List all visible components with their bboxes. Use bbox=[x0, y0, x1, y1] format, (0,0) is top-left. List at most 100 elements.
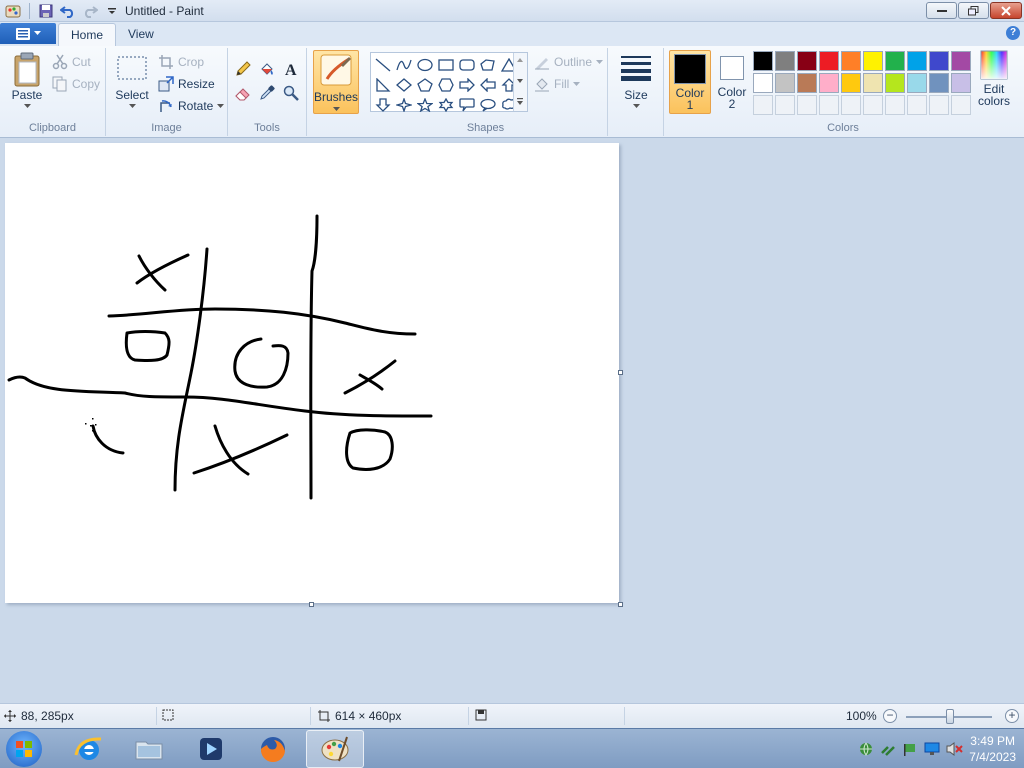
resize-handle-corner[interactable] bbox=[618, 602, 623, 607]
save-icon[interactable] bbox=[37, 2, 55, 20]
palette-custom-empty-swatch[interactable] bbox=[775, 95, 795, 115]
select-button[interactable]: Select bbox=[114, 54, 150, 109]
redo-icon[interactable] bbox=[81, 2, 99, 20]
palette-color-swatch[interactable] bbox=[863, 51, 883, 71]
color2-button[interactable]: Color 2 bbox=[713, 53, 751, 115]
taskbar-firefox[interactable] bbox=[244, 730, 302, 768]
palette-custom-empty-swatch[interactable] bbox=[753, 95, 773, 115]
shape-oval-callout[interactable] bbox=[478, 95, 498, 114]
paint-app-icon[interactable] bbox=[4, 2, 22, 20]
color-picker-tool[interactable] bbox=[256, 82, 278, 104]
palette-color-swatch[interactable] bbox=[775, 73, 795, 93]
shape-five-point-star[interactable] bbox=[415, 95, 435, 114]
outline-button[interactable]: Outline bbox=[534, 54, 604, 70]
taskbar-clock[interactable]: 3:49 PM 7/4/2023 bbox=[969, 733, 1016, 765]
customize-qat-icon[interactable] bbox=[103, 2, 121, 20]
start-button[interactable] bbox=[6, 731, 42, 767]
palette-color-swatch[interactable] bbox=[907, 73, 927, 93]
taskbar-internet-explorer[interactable] bbox=[60, 730, 118, 768]
taskbar-file-explorer[interactable] bbox=[120, 730, 178, 768]
sync-arrows-icon[interactable] bbox=[880, 741, 896, 757]
brushes-button[interactable]: Brushes bbox=[313, 50, 359, 114]
shape-rounded-rectangle[interactable] bbox=[457, 55, 477, 74]
palette-color-swatch[interactable] bbox=[951, 73, 971, 93]
palette-color-swatch[interactable] bbox=[753, 51, 773, 71]
palette-custom-empty-swatch[interactable] bbox=[951, 95, 971, 115]
cut-button[interactable]: Cut bbox=[52, 54, 91, 70]
color1-button[interactable]: Color 1 bbox=[669, 50, 711, 114]
fill-button[interactable]: Fill bbox=[534, 76, 581, 92]
palette-custom-empty-swatch[interactable] bbox=[885, 95, 905, 115]
paste-button[interactable]: Paste bbox=[8, 52, 46, 109]
fill-tool[interactable] bbox=[256, 58, 278, 80]
palette-color-swatch[interactable] bbox=[929, 73, 949, 93]
restore-button[interactable] bbox=[958, 2, 989, 19]
eraser-tool[interactable] bbox=[232, 82, 254, 104]
palette-color-swatch[interactable] bbox=[819, 73, 839, 93]
taskbar-media-player[interactable] bbox=[182, 730, 240, 768]
magnifier-tool[interactable] bbox=[280, 82, 302, 104]
shapes-scroll[interactable] bbox=[513, 53, 527, 111]
palette-color-swatch[interactable] bbox=[907, 51, 927, 71]
close-button[interactable] bbox=[990, 2, 1022, 19]
palette-color-swatch[interactable] bbox=[885, 73, 905, 93]
palette-custom-empty-swatch[interactable] bbox=[929, 95, 949, 115]
shape-four-point-star[interactable] bbox=[394, 95, 414, 114]
shape-oval[interactable] bbox=[415, 55, 435, 74]
shape-six-point-star[interactable] bbox=[436, 95, 456, 114]
size-button[interactable]: Size bbox=[618, 54, 654, 109]
resize-handle-bottom[interactable] bbox=[309, 602, 314, 607]
shape-right-triangle[interactable] bbox=[373, 75, 393, 94]
minimize-button[interactable] bbox=[926, 2, 957, 19]
rotate-button[interactable]: Rotate bbox=[158, 98, 225, 114]
palette-custom-empty-swatch[interactable] bbox=[819, 95, 839, 115]
tab-view[interactable]: View bbox=[116, 23, 166, 46]
shape-curve[interactable] bbox=[394, 55, 414, 74]
shape-rectangle[interactable] bbox=[436, 55, 456, 74]
shape-line[interactable] bbox=[373, 55, 393, 74]
zoom-in-button[interactable]: + bbox=[1005, 709, 1019, 723]
palette-color-swatch[interactable] bbox=[797, 51, 817, 71]
shape-right-arrow[interactable] bbox=[457, 75, 477, 94]
copy-button[interactable]: Copy bbox=[52, 76, 100, 92]
palette-color-swatch[interactable] bbox=[841, 73, 861, 93]
shape-diamond[interactable] bbox=[394, 75, 414, 94]
speaker-muted-icon[interactable] bbox=[946, 741, 964, 757]
zoom-slider-thumb[interactable] bbox=[946, 709, 954, 724]
text-tool[interactable]: A bbox=[280, 58, 302, 80]
edit-colors-button[interactable]: Edit colors bbox=[976, 50, 1012, 116]
shape-down-arrow[interactable] bbox=[373, 95, 393, 114]
crop-button[interactable]: Crop bbox=[158, 54, 204, 70]
palette-color-swatch[interactable] bbox=[819, 51, 839, 71]
shape-left-arrow[interactable] bbox=[478, 75, 498, 94]
palette-color-swatch[interactable] bbox=[863, 73, 883, 93]
network-monitor-icon[interactable] bbox=[924, 741, 940, 757]
palette-custom-empty-swatch[interactable] bbox=[841, 95, 861, 115]
palette-custom-empty-swatch[interactable] bbox=[797, 95, 817, 115]
resize-button[interactable]: Resize bbox=[158, 76, 215, 92]
help-icon[interactable]: ? bbox=[1006, 26, 1020, 40]
shape-polygon[interactable] bbox=[478, 55, 498, 74]
tab-home[interactable]: Home bbox=[58, 23, 117, 46]
palette-color-swatch[interactable] bbox=[775, 51, 795, 71]
palette-color-swatch[interactable] bbox=[929, 51, 949, 71]
palette-color-swatch[interactable] bbox=[885, 51, 905, 71]
taskbar-paint[interactable] bbox=[306, 730, 364, 768]
zoom-out-button[interactable]: − bbox=[883, 709, 897, 723]
palette-color-swatch[interactable] bbox=[841, 51, 861, 71]
flag-icon[interactable] bbox=[902, 741, 918, 757]
palette-color-swatch[interactable] bbox=[797, 73, 817, 93]
resize-handle-right[interactable] bbox=[618, 370, 623, 375]
drawing-canvas[interactable] bbox=[5, 143, 619, 603]
palette-color-swatch[interactable] bbox=[951, 51, 971, 71]
pencil-tool[interactable] bbox=[232, 58, 254, 80]
undo-icon[interactable] bbox=[59, 2, 77, 20]
palette-custom-empty-swatch[interactable] bbox=[863, 95, 883, 115]
shape-pentagon[interactable] bbox=[415, 75, 435, 94]
palette-color-swatch[interactable] bbox=[753, 73, 773, 93]
paint-menu-button[interactable] bbox=[0, 23, 56, 44]
palette-custom-empty-swatch[interactable] bbox=[907, 95, 927, 115]
shape-hexagon[interactable] bbox=[436, 75, 456, 94]
shape-rounded-callout[interactable] bbox=[457, 95, 477, 114]
network-globe-icon[interactable] bbox=[858, 741, 874, 757]
